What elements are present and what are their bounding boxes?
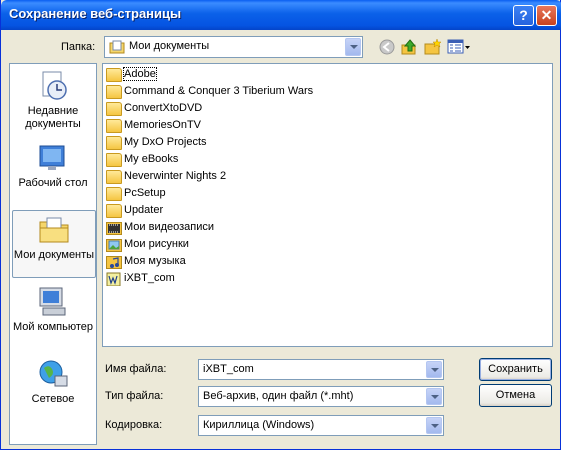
list-item-label: My DxO Projects [124,136,207,148]
list-item-label: MemoriesOnTV [124,119,202,131]
list-item-label: Command & Conquer 3 Tiberium Wars [124,85,314,97]
folder-icon [106,187,122,201]
list-item-label: iXBT_com [124,272,175,284]
save-web-page-dialog: Сохранение веб-страницы ? ✕ Папка: Мои д… [0,0,561,450]
help-button[interactable]: ? [513,5,534,26]
place-label: Рабочий стол [18,177,88,189]
place-label: Мои документы [13,249,95,261]
filename-field[interactable]: iXBT_com [198,359,444,380]
folder-icon [106,153,122,167]
back-icon[interactable] [378,38,396,56]
place-desktop[interactable]: Рабочий стол [12,142,94,198]
window-title: Сохранение веб-страницы [9,6,182,21]
filename-label: Имя файла: [105,363,167,375]
my-documents-icon [39,217,69,243]
web-archive-icon [106,272,121,286]
folder-icon [106,119,122,133]
encoding-select-value: Кириллица (Windows) [203,419,315,431]
chevron-down-icon[interactable] [426,388,442,405]
encoding-label: Кодировка: [105,419,163,431]
encoding-select[interactable]: Кириллица (Windows) [198,415,444,436]
save-button[interactable]: Сохранить [479,358,552,381]
filename-field-value: iXBT_com [203,363,254,375]
list-item-label: Мои рисунки [124,238,189,250]
list-item-label: Мои видеозаписи [124,221,215,233]
places-bar: Недавние документы Рабочий стол Мои доку… [9,63,97,445]
folder-select-value: Мои документы [129,40,210,52]
folder-icon [106,102,122,116]
up-folder-icon[interactable] [401,38,419,56]
chevron-down-icon[interactable] [426,361,442,378]
new-folder-icon[interactable] [424,38,442,56]
recent-documents-icon [42,71,67,100]
folder-icon [106,170,122,184]
cancel-button[interactable]: Отмена [479,384,552,407]
place-label: Мой компьютер [12,321,94,333]
video-folder-icon [106,222,122,235]
list-item-label: Моя музыка [124,255,186,267]
folder-icon [106,204,122,218]
close-button[interactable]: ✕ [536,5,557,26]
folder-icon [106,85,122,99]
list-item-label: Updater [124,204,164,216]
list-item-label: ConvertXtoDVD [124,102,203,114]
place-my-documents[interactable]: Мои документы [12,210,96,278]
my-documents-small-icon [109,40,125,54]
chevron-down-icon[interactable] [426,417,442,434]
place-network[interactable]: Сетевое [12,358,94,408]
chevron-down-icon[interactable] [345,38,361,56]
list-item-label: Neverwinter Nights 2 [124,170,227,182]
filetype-select-value: Веб-архив, один файл (*.mht) [203,390,354,402]
network-icon [39,360,68,387]
folder-icon [106,136,122,150]
place-label: Недавние документы [25,105,81,130]
music-folder-icon [106,256,122,269]
filetype-select[interactable]: Веб-архив, один файл (*.mht) [198,386,444,407]
folder-icon [106,68,122,82]
list-item-label: My eBooks [124,153,179,165]
filetype-label: Тип файла: [105,390,164,402]
place-recent-documents[interactable]: Недавние документы [12,70,94,140]
list-item-label: PcSetup [124,187,166,199]
my-computer-icon [39,287,66,316]
desktop-icon [39,145,65,170]
file-list[interactable]: Adobe Command & Conquer 3 Tiberium Wars … [102,63,553,347]
folder-select[interactable]: Мои документы [104,36,363,58]
folder-label: Папка: [61,41,96,53]
place-label: Сетевое [31,393,75,405]
title-bar[interactable]: Сохранение веб-страницы ? ✕ [1,0,561,30]
pictures-folder-icon [106,239,122,252]
view-menu-icon[interactable] [447,38,471,56]
place-my-computer[interactable]: Мой компьютер [12,286,94,356]
list-item-label: Adobe [123,67,157,81]
